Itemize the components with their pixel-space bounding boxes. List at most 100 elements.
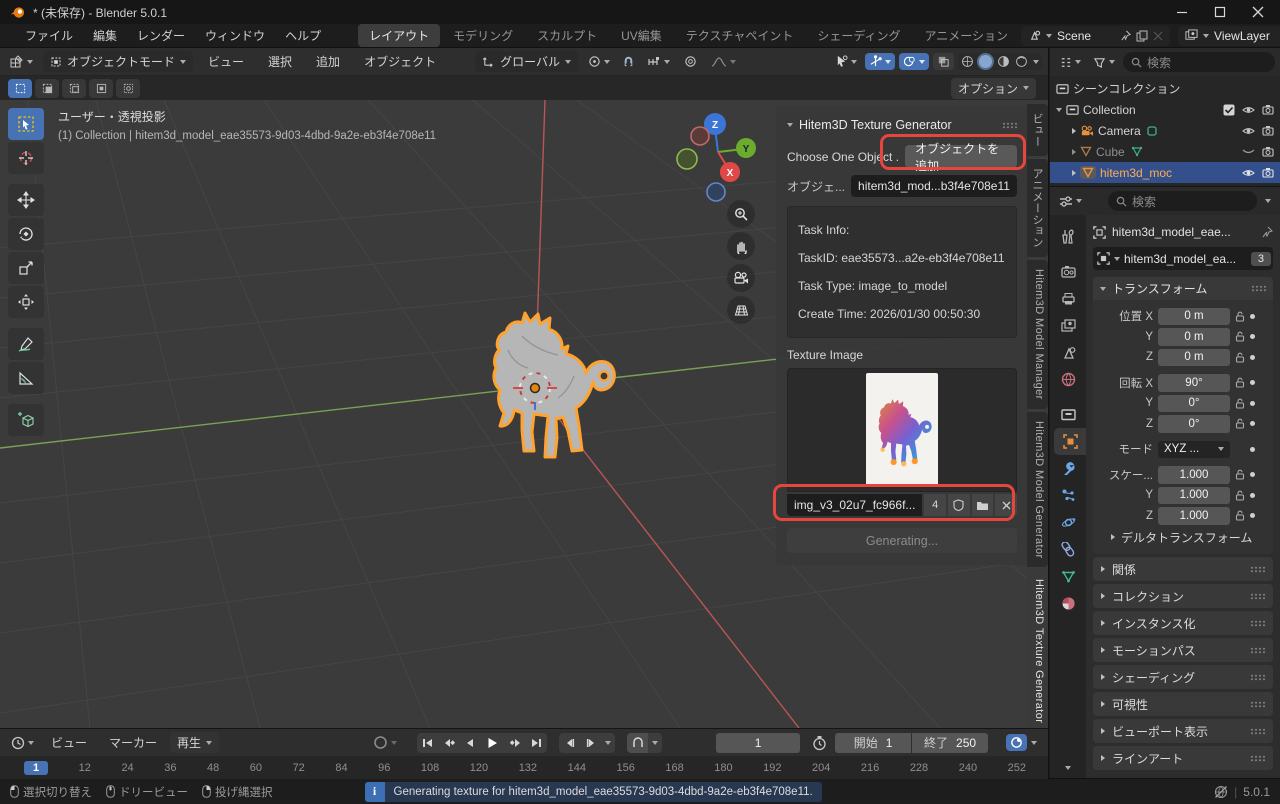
select-mode-intersect[interactable] — [116, 79, 140, 98]
auto-key-chevron[interactable] — [1031, 741, 1037, 745]
shading-material-icon[interactable] — [997, 55, 1010, 68]
timeline-frame-strip[interactable]: 1 12 24 36 48 60 72 84 96 108 120 132 14… — [0, 756, 1048, 779]
camera-expand-icon[interactable] — [1072, 128, 1076, 134]
animate-dot[interactable] — [1250, 401, 1255, 406]
navigation-gizmo[interactable]: Z Y X — [676, 106, 760, 202]
rotation-y-field[interactable]: 0° — [1158, 395, 1230, 413]
panel-line-art[interactable]: ラインアート — [1093, 746, 1273, 770]
menu-window[interactable]: ウィンドウ — [196, 24, 274, 47]
collection-expand-icon[interactable] — [1056, 108, 1062, 112]
image-users-button[interactable]: 4 — [924, 494, 946, 516]
add-menu[interactable]: 追加 — [307, 50, 349, 73]
tab-hitem3d-model-manager[interactable]: Hitem3D Model Manager — [1027, 260, 1048, 409]
end-frame-field[interactable]: 終了250 — [912, 733, 988, 753]
tab-viewlayer[interactable] — [1050, 312, 1086, 339]
maximize-button[interactable] — [1214, 6, 1226, 18]
panel-header[interactable]: Hitem3D Texture Generator — [787, 114, 1017, 136]
cube-expand-icon[interactable] — [1072, 149, 1076, 155]
gizmo-neg-z-axis[interactable] — [707, 183, 725, 201]
status-report[interactable]: i Generating texture for hitem3d_model_e… — [365, 782, 822, 802]
panel-viewport-display[interactable]: ビューポート表示 — [1093, 719, 1273, 743]
outliner-search[interactable]: 検索 — [1123, 52, 1275, 72]
lock-icon[interactable] — [1235, 490, 1245, 501]
tab-object-data[interactable] — [1050, 563, 1086, 590]
tool-transform[interactable] — [8, 286, 44, 318]
lock-icon[interactable] — [1235, 469, 1245, 480]
shading-solid-icon[interactable] — [979, 55, 992, 68]
jump-to-start-button[interactable] — [417, 733, 438, 753]
frame-step-chevron[interactable] — [601, 733, 615, 753]
eye-icon[interactable] — [1242, 126, 1255, 136]
add-object-button[interactable]: オブジェクトを追加 — [905, 145, 1017, 168]
panel-shading[interactable]: シェーディング — [1093, 665, 1273, 689]
tab-object[interactable] — [1054, 428, 1086, 455]
perspective-toggle-button[interactable] — [727, 296, 755, 324]
eye-icon[interactable] — [1242, 105, 1255, 115]
menu-edit[interactable]: 編集 — [84, 24, 126, 47]
tab-animation[interactable]: アニメーション — [1027, 159, 1048, 257]
hitem3d-model-row[interactable]: hitem3d_moc — [1050, 162, 1280, 183]
lock-icon[interactable] — [1235, 352, 1245, 363]
keying-set-icon[interactable] — [373, 735, 388, 750]
tool-measure[interactable] — [8, 362, 44, 394]
shading-wireframe-icon[interactable] — [961, 55, 974, 68]
menu-file[interactable]: ファイル — [16, 24, 82, 47]
scale-x-field[interactable]: 1.000 — [1158, 466, 1230, 484]
gizmo-neg-y-axis[interactable] — [677, 149, 697, 169]
eye-icon[interactable] — [1242, 168, 1255, 178]
tool-add-cube[interactable] — [8, 404, 44, 436]
rotation-z-field[interactable]: 0° — [1158, 415, 1230, 433]
menu-render[interactable]: レンダー — [128, 24, 194, 47]
object-visibility-button[interactable] — [831, 53, 861, 70]
animate-dot[interactable] — [1250, 447, 1255, 452]
cube-row[interactable]: Cube — [1050, 141, 1280, 162]
panel-motion-paths[interactable]: モーションパス — [1093, 638, 1273, 662]
panel-collections[interactable]: コレクション — [1093, 584, 1273, 608]
select-mode-subtract[interactable] — [62, 79, 86, 98]
breadcrumb-object-name[interactable]: hitem3d_model_eae... — [1112, 225, 1231, 239]
tool-scale[interactable] — [8, 252, 44, 284]
open-image-button[interactable] — [972, 494, 994, 516]
tab-world[interactable] — [1050, 366, 1086, 393]
jump-to-end-button[interactable] — [526, 733, 547, 753]
minimize-button[interactable] — [1176, 6, 1188, 18]
tab-tool[interactable] — [1050, 223, 1086, 250]
play-reverse-button[interactable] — [459, 733, 480, 753]
tab-output[interactable] — [1050, 285, 1086, 312]
loop-chevron[interactable] — [648, 733, 662, 753]
rotation-mode-dropdown[interactable]: XYZ ... — [1158, 441, 1230, 459]
outliner-type-button[interactable] — [1055, 54, 1085, 71]
lock-icon[interactable] — [1235, 398, 1245, 409]
tool-move[interactable] — [8, 184, 44, 216]
animate-dot[interactable] — [1250, 421, 1255, 426]
timeline-marker-menu[interactable]: マーカー — [100, 731, 166, 754]
tool-select-box[interactable] — [8, 108, 44, 140]
properties-options-chevron[interactable] — [1265, 199, 1271, 203]
viewport-canvas[interactable]: ユーザー・透視投影 (1) Collection | hitem3d_model… — [0, 100, 1048, 728]
pin-icon[interactable] — [1120, 30, 1131, 41]
preview-range-button[interactable] — [627, 733, 648, 753]
tab-hitem3d-model-generator[interactable]: Hitem3D Model Generator — [1027, 412, 1048, 568]
snap-toggle-button[interactable] — [620, 53, 637, 70]
workspace-tab-uv[interactable]: UV編集 — [610, 24, 673, 47]
image-name-field[interactable]: img_v3_02u7_fc966f... — [787, 494, 922, 516]
animate-dot[interactable] — [1250, 493, 1255, 498]
rotation-x-field[interactable]: 90° — [1158, 374, 1230, 392]
proportional-edit-button[interactable] — [680, 53, 701, 70]
object-menu[interactable]: オブジェクト — [355, 50, 445, 73]
workspace-tab-shading[interactable]: シェーディング — [806, 24, 911, 47]
animate-dot[interactable] — [1250, 334, 1255, 339]
render-camera-icon[interactable] — [1262, 167, 1274, 178]
select-mode-extend[interactable] — [35, 79, 59, 98]
close-button[interactable] — [1252, 6, 1264, 18]
collection-row[interactable]: Collection — [1050, 99, 1280, 120]
scale-z-field[interactable]: 1.000 — [1158, 507, 1230, 525]
panel-relations[interactable]: 関係 — [1093, 557, 1273, 581]
falloff-button[interactable] — [707, 54, 740, 70]
workspace-tab-layout[interactable]: レイアウト — [358, 24, 440, 47]
location-y-field[interactable]: 0 m — [1158, 328, 1230, 346]
menu-help[interactable]: ヘルプ — [276, 24, 330, 47]
object-name-field[interactable]: hitem3d_mod...b3f4e708e11 — [851, 175, 1017, 197]
select-menu[interactable]: 選択 — [259, 50, 301, 73]
panel-grip-icon[interactable] — [1251, 285, 1266, 292]
